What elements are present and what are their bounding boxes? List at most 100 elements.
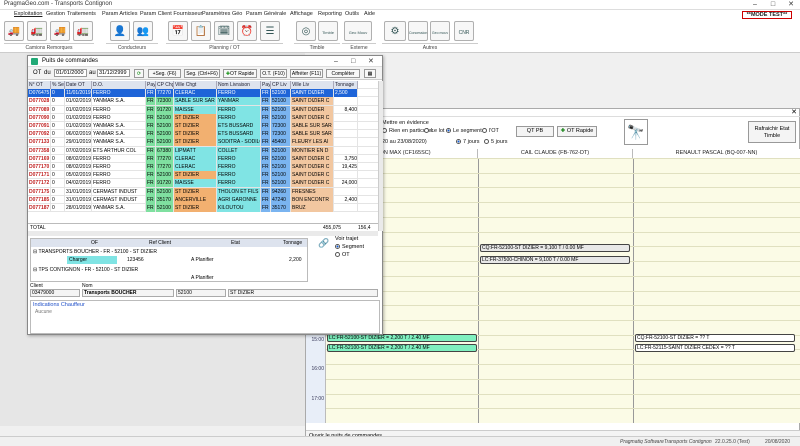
table-row[interactable]: D077187 0 28/01/2019 YANMAR S.A. FR 52100 ST D…	[28, 204, 378, 213]
clock-icon[interactable]: ⏰	[237, 21, 257, 41]
opt-segment[interactable]: Segment	[335, 244, 380, 250]
col-of: OF	[91, 240, 98, 246]
ot-rapide-button[interactable]: ✚OT Rapide	[223, 69, 257, 78]
opt-7-jours[interactable]: 7 jours	[456, 139, 480, 145]
calendar-icon[interactable]: 🗓	[214, 21, 234, 41]
schedule-event[interactable]: LC:FR-52100-ST DIZIER = 2,200 T / 2.40 M…	[327, 334, 477, 342]
column-header[interactable]: Tonnage	[334, 81, 358, 89]
ot-icon[interactable]: 📋	[191, 21, 211, 41]
cnr-icon[interactable]: CNR	[454, 21, 474, 41]
menu-gestion[interactable]: Gestion	[46, 11, 65, 17]
trailer-list-icon[interactable]: 🚛	[73, 21, 93, 41]
schedule-event[interactable]: CQ:FR-52100-ST DIZIER = ?? T	[635, 334, 795, 342]
driver-icon[interactable]: 👤	[110, 21, 130, 41]
menu-param-articles[interactable]: Param Articles	[102, 11, 137, 17]
puits-close-icon[interactable]: ✕	[368, 56, 374, 67]
column-header[interactable]: D.O.	[92, 81, 146, 89]
minimize-icon[interactable]: –	[746, 0, 764, 10]
qt-pb-button[interactable]: QT PB	[516, 126, 554, 137]
table-row[interactable]: D077358 0 07/02/2019 ETS ARTHUR COL FR 67380 L…	[28, 146, 378, 155]
settings-icon[interactable]: ⚙	[384, 21, 406, 41]
column-header[interactable]: Nom Livraison	[217, 81, 261, 89]
affreter-button[interactable]: Affréter (F11)	[290, 69, 323, 78]
column-header-driver-2: CAIL CLAUDE (FB-762-DT)	[478, 149, 633, 158]
rafraichir-button[interactable]: Rafraichir Etat Timble	[748, 121, 796, 143]
column-header[interactable]: Ville Chgt	[174, 81, 217, 89]
menu-exploitation[interactable]: Exploitation	[14, 11, 42, 17]
truck-list-icon[interactable]: 🚚	[50, 21, 70, 41]
schedule-event[interactable]: LC:FR-52115-SAINT DIZIER CEDEX = ?? T	[635, 344, 795, 352]
opt-ot[interactable]: OT	[335, 252, 380, 258]
group-row[interactable]: ⊟ TPS CONTIGNON - FR - 52100 - ST DIZIER	[33, 266, 138, 274]
truck-icon[interactable]: 🚚	[4, 21, 24, 41]
column-header[interactable]: CP Chg	[156, 81, 174, 89]
trailer-icon[interactable]: 🚛	[27, 21, 47, 41]
menu-affichage[interactable]: Affichage	[290, 11, 313, 17]
seg-f6-button[interactable]: +Seg. (F6)	[148, 69, 181, 78]
binoculars-icon[interactable]: 🔭	[624, 119, 648, 145]
column-header[interactable]: Date OT	[65, 81, 92, 89]
opt-lot[interactable]: Le lot	[424, 128, 444, 134]
menu-param-geo[interactable]: Paramètres Géo	[202, 11, 242, 17]
date-to-field[interactable]: 31/12/2999	[97, 69, 130, 77]
opt-ot[interactable]: l'OT	[482, 128, 499, 134]
schedule-event[interactable]: CQ:FR-52100-ST DIZIER = 9,100 T / 0.00 M…	[480, 244, 630, 252]
puits-maximize-icon[interactable]: □	[351, 56, 355, 67]
column-header[interactable]: CP Liv	[271, 81, 291, 89]
indications-text[interactable]: Aucune	[31, 309, 379, 315]
table-row[interactable]: D077170 0 08/02/2019 FERRO FR 77270 CLERAC FERR…	[28, 163, 378, 172]
completer-button[interactable]: Compléter	[326, 69, 360, 78]
scheduler-close-icon[interactable]: ✕	[791, 109, 797, 117]
export-icon[interactable]: ▦	[364, 69, 376, 78]
ot-f10-button[interactable]: O.T. (F10)	[260, 69, 287, 78]
table-vscroll[interactable]	[378, 81, 383, 231]
table-row[interactable]: D077175 0 31/01/2019 CERMAST INDUST FR 52100 S…	[28, 187, 378, 196]
table-row[interactable]: D077185 0 31/01/2019 CERMAST INDUST FR 35170 A…	[28, 195, 378, 204]
menu-outils[interactable]: Outils	[345, 11, 359, 17]
geomouv-icon[interactable]: Geo Mouv	[344, 21, 372, 41]
column-header[interactable]: Pays Chg	[146, 81, 156, 89]
timble-tool-icon[interactable]: Timble	[318, 21, 338, 41]
menu-aide[interactable]: Aide	[364, 11, 375, 17]
seg-ctrl-f6-button[interactable]: Seg. (Ctrl+F6)	[184, 69, 220, 78]
column-header[interactable]: Ville Liv	[291, 81, 334, 89]
date-from-field[interactable]: 01/01/2000	[54, 69, 87, 77]
list-icon[interactable]: ☰	[260, 21, 280, 41]
driver-list-icon[interactable]: 👥	[133, 21, 153, 41]
geo-icon[interactable]: Geo mouv	[430, 21, 450, 41]
menu-reporting[interactable]: Reporting	[318, 11, 342, 17]
schedule-event[interactable]: LC:FR-37500-CHINON = 9,100 T / 0.00 MF	[480, 256, 630, 264]
menu-traitements[interactable]: Traitements	[67, 11, 96, 17]
column-header[interactable]: Pays Liv	[261, 81, 271, 89]
segment-row[interactable]: A Planifier	[31, 274, 307, 282]
opt-segment[interactable]: Le segment	[446, 128, 482, 134]
table-row[interactable]: D077090 0 01/02/2019 FERRO FR 52100 ST DIZIER F…	[28, 113, 378, 122]
table-row[interactable]: D077171 0 05/02/2019 FERRO FR 52100 ST DIZIER F…	[28, 171, 378, 180]
puits-minimize-icon[interactable]: –	[334, 56, 338, 67]
menu-param-client[interactable]: Param Client Fournisseur	[140, 11, 202, 17]
table-row[interactable]: D077091 0 01/02/2019 YANMAR S.A. FR 52100 ST D…	[28, 122, 378, 131]
concession-icon[interactable]: Concession	[408, 21, 428, 41]
ot-rapide-button[interactable]: ✚ OT Rapide	[557, 126, 597, 137]
maximize-icon[interactable]: □	[764, 0, 782, 10]
timble-icon[interactable]: ◎	[296, 21, 316, 41]
refresh-icon[interactable]: ⟳	[134, 69, 144, 78]
table-row[interactable]: D077172 0 04/02/2019 FERRO FR 91720 MAISSE FERR…	[28, 179, 378, 188]
menu-param-generale[interactable]: Param Générale	[246, 11, 286, 17]
segment-row[interactable]: Charger 123456 A Planifier 2,200	[31, 256, 307, 264]
column-header[interactable]: N° OT	[28, 81, 51, 89]
column-header[interactable]: % Seg	[51, 81, 65, 89]
table-row[interactable]: D077028 0 01/02/2019 YANMAR S.A. FR 72300 SABL…	[28, 97, 378, 106]
group-row[interactable]: ⊟ TRANSPORTS BOUCHER - FR - 52100 - ST D…	[33, 248, 157, 256]
table-row[interactable]: D077089 0 01/02/2019 FERRO FR 91720 MAISSE FERR…	[28, 105, 378, 114]
planning-icon[interactable]: 📅	[168, 21, 188, 41]
close-icon[interactable]: ✕	[782, 0, 800, 10]
table-row[interactable]: D077169 0 08/02/2019 FERRO FR 77270 CLERAC FERR…	[28, 154, 378, 163]
link-icon[interactable]: 🔗	[318, 238, 329, 249]
schedule-event[interactable]: LC:FR-52100-ST DIZIER = 2,200 T / 2.40 M…	[327, 344, 477, 352]
table-row[interactable]: D076475 0 11/01/2019 FERRO FR 77270 CLERAC FERR…	[28, 89, 378, 98]
table-hscroll[interactable]	[28, 231, 378, 236]
opt-5-jours[interactable]: 5 jours	[484, 139, 508, 145]
table-row[interactable]: D077092 0 06/02/2019 YANMAR S.A. FR 52100 ST D…	[28, 130, 378, 139]
table-row[interactable]: D077133 0 29/01/2019 YANMAR S.A. FR 52100 ST D…	[28, 138, 378, 147]
